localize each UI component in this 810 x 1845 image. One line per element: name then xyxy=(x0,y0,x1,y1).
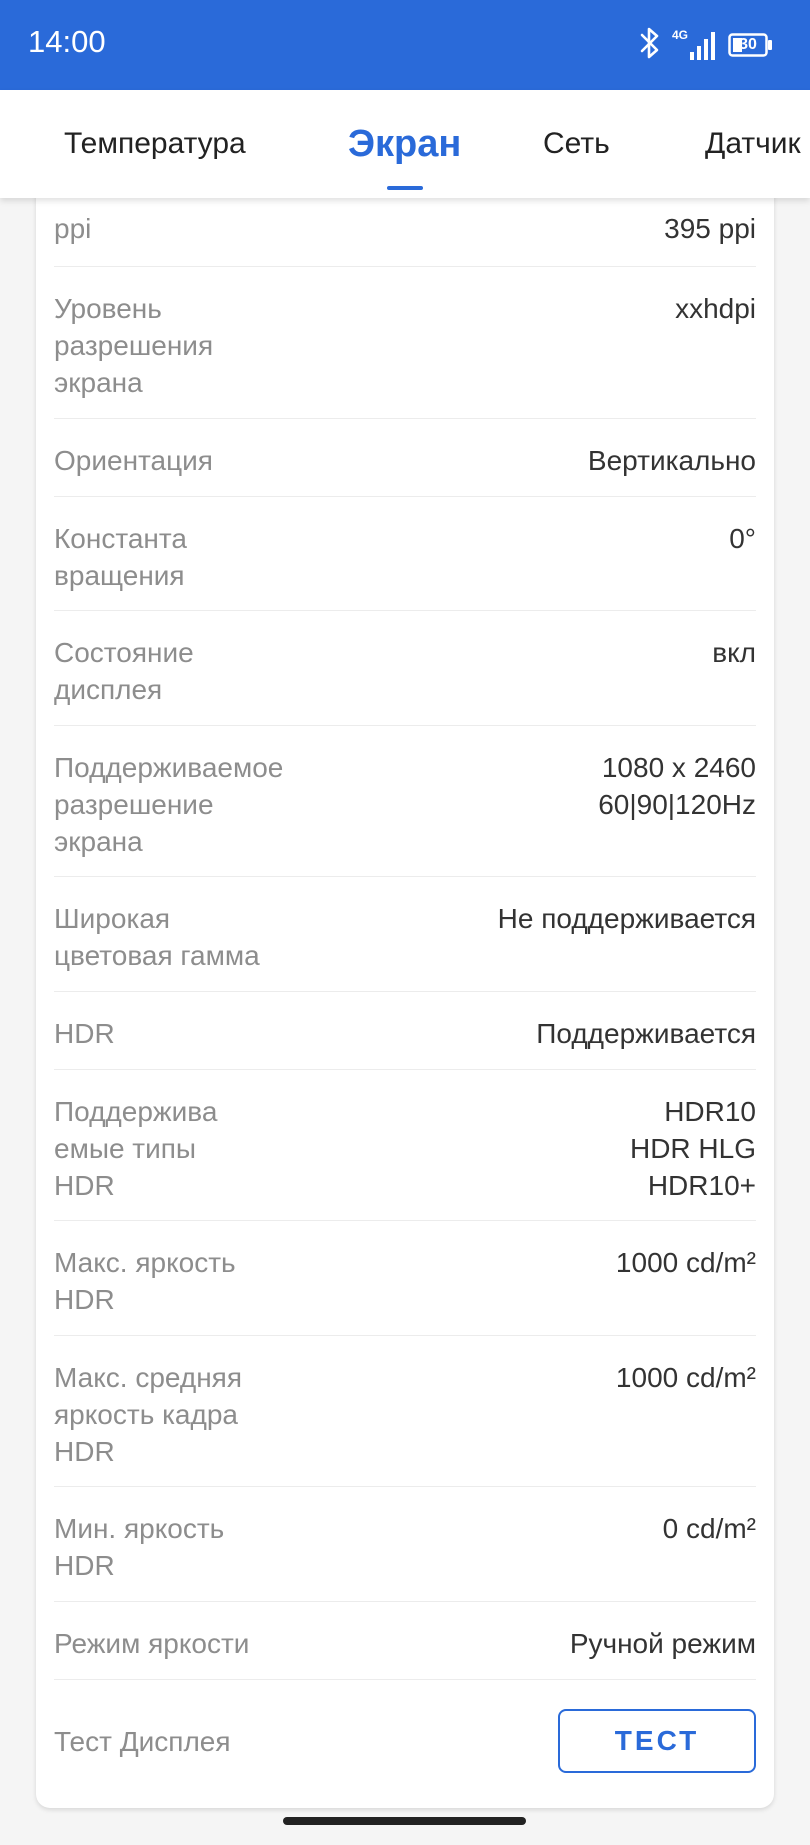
row-value: Вертикально xyxy=(587,445,756,476)
info-row-hdr-max-average-luminance: Макс. средняя яркость кадра HDR 1000 cd/… xyxy=(54,1335,756,1487)
row-label: ppi xyxy=(54,213,92,244)
status-icons: 4G 30 xyxy=(638,26,774,64)
row-label: HDR xyxy=(54,1018,115,1049)
tab-temperature[interactable]: Температура xyxy=(64,90,246,198)
info-row-rotation: Константа вращения 0° xyxy=(54,496,756,611)
tab-bar: Температура Экран Сеть Датчик xyxy=(0,90,810,198)
row-value: 1000 cd/m² xyxy=(615,1247,756,1278)
display-test-label: Тест Дисплея xyxy=(54,1726,231,1757)
row-value: xxhdpi xyxy=(675,293,756,324)
row-label: Состояние дисплея xyxy=(54,637,194,705)
row-value: вкл xyxy=(712,637,756,668)
tab-screen[interactable]: Экран xyxy=(348,90,461,198)
row-label: Уровень разрешения экрана xyxy=(54,293,214,398)
status-time: 14:00 xyxy=(28,24,106,59)
tab-network[interactable]: Сеть xyxy=(543,90,610,198)
home-indicator[interactable] xyxy=(283,1817,526,1825)
row-value: 0 cd/m² xyxy=(662,1513,756,1544)
row-label: Макс. яркость HDR xyxy=(54,1247,236,1315)
info-row-display-state: Состояние дисплея вкл xyxy=(54,610,756,726)
info-row-display-test: Тест Дисплея ТЕСТ xyxy=(54,1679,756,1801)
info-row-hdr-types: Поддержива емые типы HDR HDR10 HDR HLG H… xyxy=(54,1069,756,1221)
info-row-hdr: HDR Поддерживается xyxy=(54,991,756,1070)
test-button[interactable]: ТЕСТ xyxy=(558,1709,756,1773)
info-row-brightness-mode: Режим яркости Ручной режим xyxy=(54,1601,756,1680)
row-value: 1080 x 2460 60|90|120Hz xyxy=(598,752,756,820)
signal-icon: 4G xyxy=(672,28,718,62)
row-label: Поддержива емые типы HDR xyxy=(54,1096,218,1201)
battery-icon: 30 xyxy=(728,32,774,58)
row-label: Режим яркости xyxy=(54,1628,250,1659)
row-label: Мин. яркость HDR xyxy=(54,1513,225,1581)
info-row-hdr-min-luminance: Мин. яркость HDR 0 cd/m² xyxy=(54,1486,756,1602)
row-label: Поддерживаемое разрешение экрана xyxy=(54,752,284,857)
row-value: Не поддерживается xyxy=(497,903,756,934)
info-row-orientation: Ориентация Вертикально xyxy=(54,418,756,497)
bluetooth-icon xyxy=(638,26,662,65)
row-value: 395 ppi xyxy=(664,213,756,244)
row-value: Поддерживается xyxy=(536,1018,756,1049)
info-row-density: Уровень разрешения экрана xxhdpi xyxy=(54,266,756,419)
info-row-wide-color-gamut: Широкая цветовая гамма Не поддерживается xyxy=(54,876,756,992)
info-row-supported-resolution: Поддерживаемое разрешение экрана 1080 x … xyxy=(54,725,756,877)
row-value: HDR10 HDR HLG HDR10+ xyxy=(629,1096,756,1201)
screen-info-card: ppi 395 ppi Уровень разрешения экрана xx… xyxy=(36,180,774,1808)
info-row-hdr-max-luminance: Макс. яркость HDR 1000 cd/m² xyxy=(54,1220,756,1336)
row-value: 1000 cd/m² xyxy=(615,1362,756,1393)
row-label: Ориентация xyxy=(54,445,213,476)
battery-level: 30 xyxy=(739,36,757,53)
row-value: Ручной режим xyxy=(569,1628,756,1659)
status-bar: 14:00 4G 30 xyxy=(0,0,810,90)
row-label: Макс. средняя яркость кадра HDR xyxy=(54,1362,242,1467)
active-tab-indicator xyxy=(387,186,423,190)
row-label: Константа вращения xyxy=(54,523,187,591)
tab-sensor[interactable]: Датчик xyxy=(705,90,801,198)
row-label: Широкая цветовая гамма xyxy=(54,903,260,971)
row-value: 0° xyxy=(729,523,756,554)
